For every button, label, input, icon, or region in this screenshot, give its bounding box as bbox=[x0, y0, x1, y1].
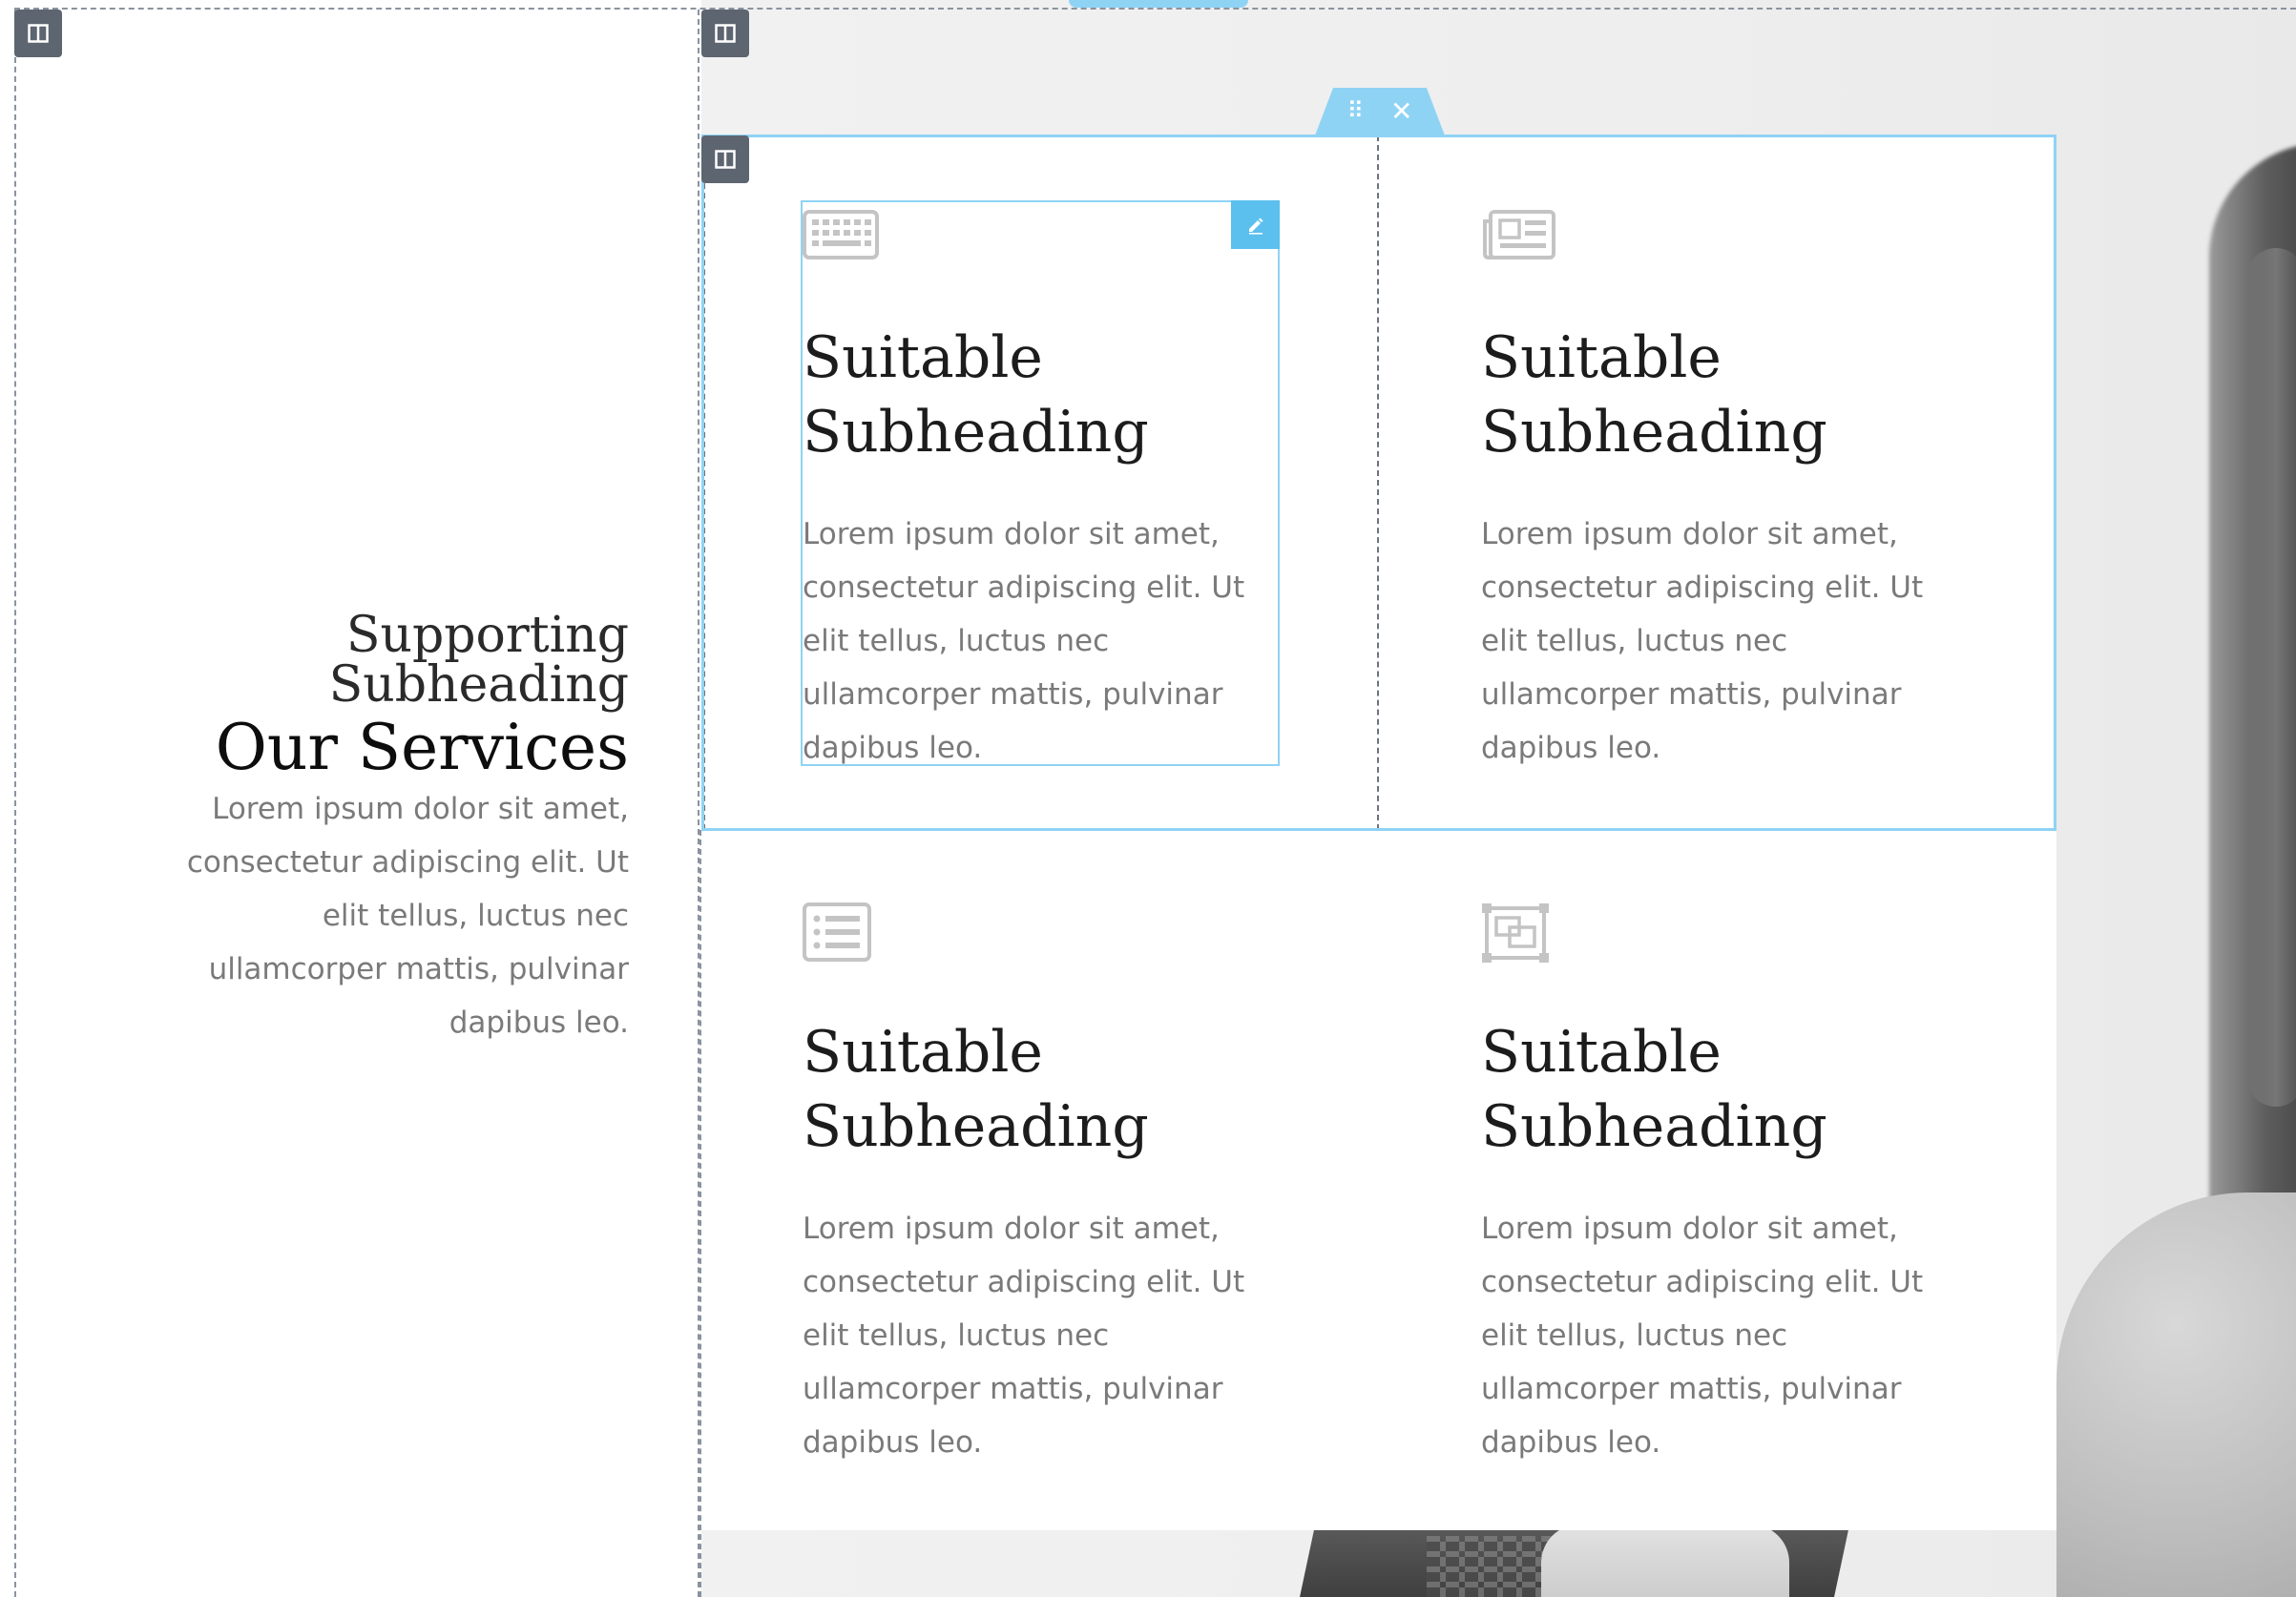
pencil-icon bbox=[1248, 218, 1263, 235]
service-text: Lorem ipsum dolor sit amet, consectetur … bbox=[803, 1212, 1245, 1460]
list-alt-icon bbox=[803, 902, 871, 962]
page-title: Our Services bbox=[215, 711, 629, 784]
editor-canvas: Supporting Subheading Our Services Lorem… bbox=[0, 0, 2296, 1597]
service-text: Lorem ipsum dolor sit amet, consectetur … bbox=[1481, 1212, 1924, 1460]
section-handle-tab[interactable] bbox=[1069, 0, 1248, 8]
column-handle-left[interactable] bbox=[14, 10, 62, 57]
column-layout-icon bbox=[715, 24, 736, 43]
photo-hair-highlight bbox=[2247, 248, 2296, 1107]
column-handle-inner[interactable] bbox=[701, 135, 749, 183]
row-selection-tab[interactable]: ⠿ ✕ bbox=[1315, 88, 1445, 135]
supporting-subheading: Supporting Subheading bbox=[328, 607, 629, 714]
newspaper-icon bbox=[1483, 210, 1555, 259]
close-icon[interactable]: ✕ bbox=[1390, 98, 1412, 125]
services-description: Lorem ipsum dolor sit amet, consectetur … bbox=[186, 792, 629, 1040]
service-heading: Suitable Subheading bbox=[803, 1019, 1149, 1160]
service-card[interactable]: Suitable Subheading Lorem ipsum dolor si… bbox=[803, 902, 1299, 1469]
object-ungroup-icon bbox=[1482, 903, 1549, 963]
column-layout-icon bbox=[28, 24, 49, 43]
keyboard-icon bbox=[803, 210, 879, 259]
service-text: Lorem ipsum dolor sit amet, consectetur … bbox=[803, 517, 1245, 765]
photo-hand bbox=[1541, 1524, 1789, 1597]
service-text: Lorem ipsum dolor sit amet, consectetur … bbox=[1481, 517, 1924, 765]
photo-arm bbox=[2056, 1193, 2296, 1597]
service-card[interactable]: Suitable Subheading Lorem ipsum dolor si… bbox=[1481, 902, 1977, 1469]
service-card[interactable]: Suitable Subheading Lorem ipsum dolor si… bbox=[1481, 208, 1977, 775]
service-heading: Suitable Subheading bbox=[1481, 1019, 1827, 1160]
column-outline-lower bbox=[699, 830, 701, 1597]
column-handle-right[interactable] bbox=[701, 10, 749, 57]
drag-handle-icon[interactable]: ⠿ bbox=[1346, 100, 1366, 123]
service-heading: Suitable Subheading bbox=[1481, 324, 1827, 466]
service-card[interactable]: Suitable Subheading Lorem ipsum dolor si… bbox=[803, 208, 1299, 775]
column-layout-icon bbox=[715, 150, 736, 169]
edit-widget-button[interactable] bbox=[1231, 200, 1280, 249]
service-heading: Suitable Subheading bbox=[803, 324, 1149, 466]
